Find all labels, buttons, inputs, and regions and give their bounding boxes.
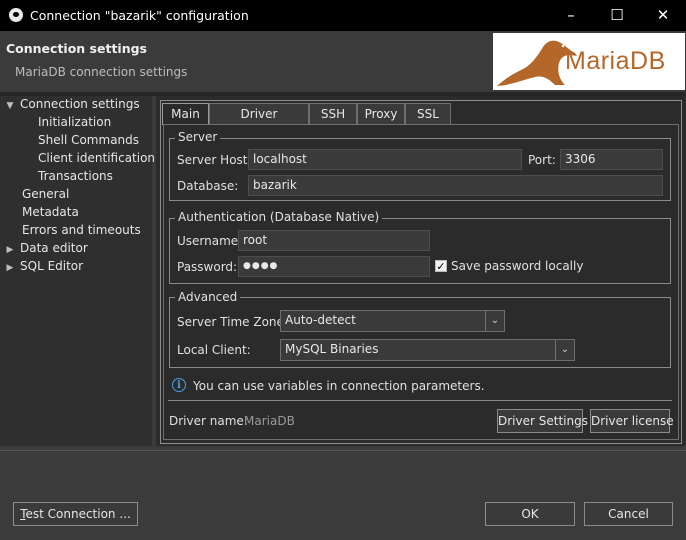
tree-item-general[interactable]: General	[22, 187, 69, 205]
test-connection-button[interactable]: Test Connection ...	[13, 502, 138, 526]
logo-text: MariaDB	[565, 47, 666, 75]
authentication-group-label: Authentication (Database Native)	[175, 210, 383, 224]
chevron-down-icon[interactable]: ⌄	[485, 311, 504, 331]
tab-proxy[interactable]: Proxy	[357, 103, 405, 124]
server-time-zone-select[interactable]: Auto-detect ⌄	[280, 310, 505, 332]
minimize-button[interactable]: –	[548, 0, 594, 31]
username-label: Username:	[177, 234, 243, 248]
chevron-right-icon[interactable]: ▶	[4, 263, 16, 273]
tree-item-sql-editor[interactable]: ▶ SQL Editor	[4, 259, 84, 277]
page-subtitle: MariaDB connection settings	[15, 65, 188, 79]
password-label: Password:	[177, 260, 238, 274]
close-button[interactable]: ✕	[640, 0, 686, 31]
variables-info-text: You can use variables in connection para…	[193, 379, 485, 393]
driver-name-label: Driver name:	[169, 414, 248, 428]
server-host-label: Server Host:	[177, 153, 252, 167]
password-input[interactable]: ●●●●	[238, 256, 430, 277]
chevron-right-icon[interactable]: ▶	[4, 245, 16, 255]
chevron-down-icon[interactable]: ▼	[4, 101, 16, 111]
local-client-select[interactable]: MySQL Binaries ⌄	[280, 339, 575, 361]
window-title: Connection "bazarik" configuration	[30, 8, 249, 23]
ok-button[interactable]: OK	[485, 502, 575, 526]
tree-item-data-editor[interactable]: ▶ Data editor	[4, 241, 88, 259]
cancel-button[interactable]: Cancel	[584, 502, 673, 526]
chevron-down-icon[interactable]: ⌄	[555, 340, 574, 360]
app-icon	[9, 8, 23, 22]
port-label: Port:	[528, 153, 556, 167]
tree-item-metadata[interactable]: Metadata	[22, 205, 79, 223]
driver-divider	[168, 400, 672, 401]
footer-divider	[0, 450, 686, 451]
page-title: Connection settings	[6, 41, 147, 56]
save-password-label[interactable]: Save password locally	[451, 259, 583, 273]
advanced-group-label: Advanced	[175, 290, 241, 304]
tab-ssl[interactable]: SSL	[405, 103, 451, 124]
tab-ssh[interactable]: SSH	[309, 103, 357, 124]
driver-license-button[interactable]: Driver license	[590, 409, 674, 433]
save-password-checkbox[interactable]: ✓	[435, 260, 447, 272]
local-client-label: Local Client:	[177, 343, 251, 357]
tree-item-initialization[interactable]: Initialization	[38, 115, 111, 133]
port-input[interactable]: 3306	[560, 149, 663, 170]
tree-item-transactions[interactable]: Transactions	[38, 169, 113, 187]
info-icon: i	[172, 378, 186, 392]
database-input[interactable]: bazarik	[248, 175, 663, 196]
maximize-button[interactable]: ☐	[594, 0, 640, 31]
tree-item-client-identification[interactable]: Client identification	[38, 151, 155, 169]
tree-item-connection-settings[interactable]: ▼ Connection settings	[4, 97, 140, 115]
tree-item-errors-and-timeouts[interactable]: Errors and timeouts	[22, 223, 141, 241]
tab-driver-properties[interactable]: Driver properties	[209, 103, 309, 141]
server-host-input[interactable]: localhost	[248, 149, 522, 170]
tree-item-shell-commands[interactable]: Shell Commands	[38, 133, 139, 151]
driver-settings-button[interactable]: Driver Settings	[497, 409, 588, 433]
server-group-label: Server	[175, 130, 221, 144]
database-label: Database:	[177, 179, 239, 193]
username-input[interactable]: root	[238, 230, 430, 251]
server-time-zone-label: Server Time Zone:	[177, 315, 288, 329]
tab-main[interactable]: Main	[162, 103, 209, 125]
driver-name-value: MariaDB	[244, 414, 295, 428]
